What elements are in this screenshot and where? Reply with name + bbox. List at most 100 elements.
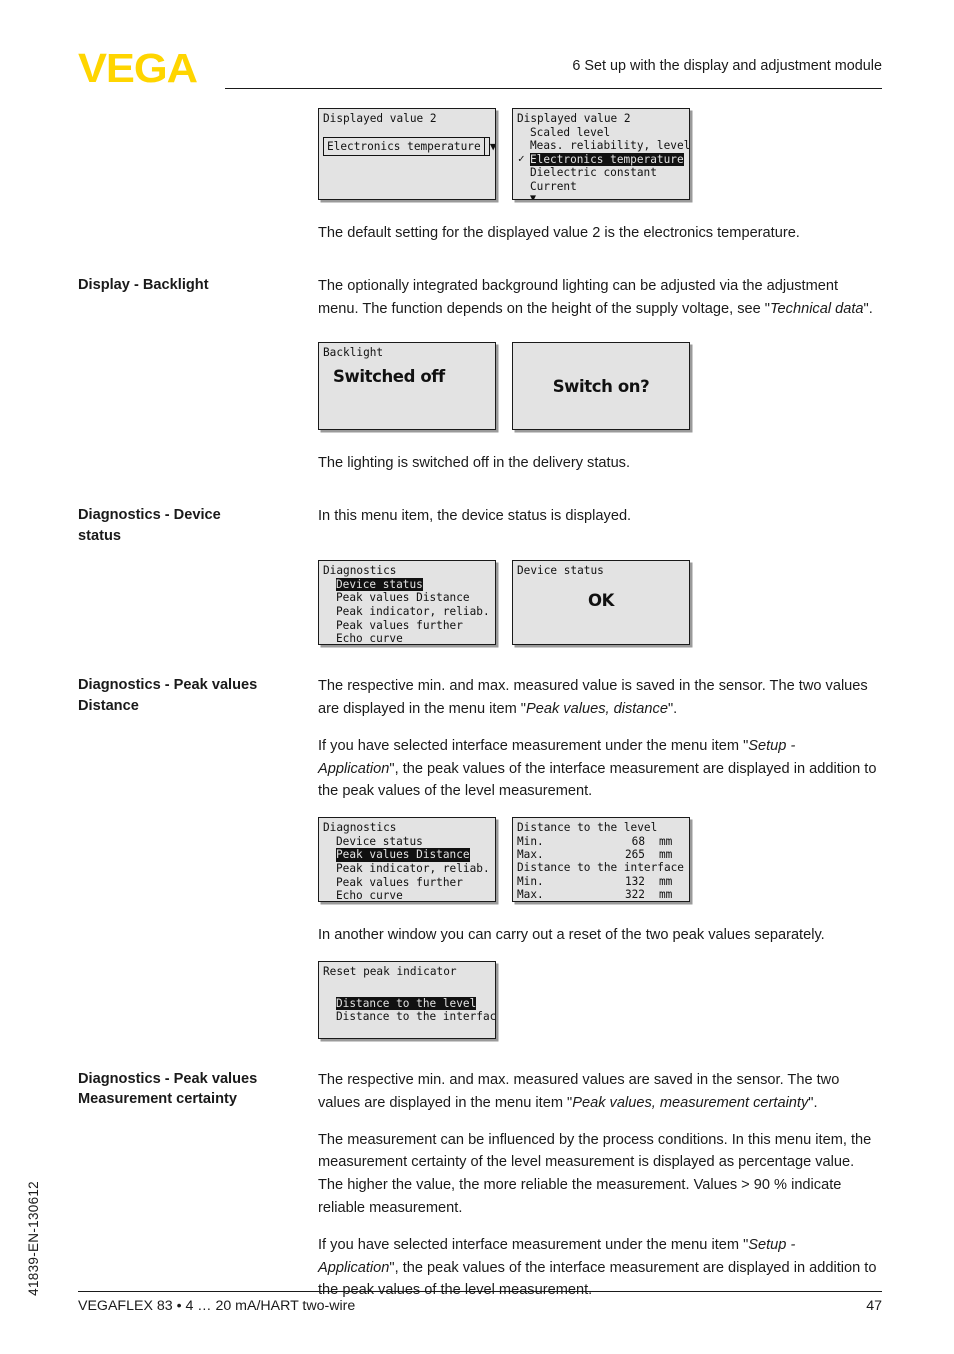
menu-item[interactable]: Peak indicator, reliab. (323, 605, 491, 619)
mc-para1: The respective min. and max. measured va… (318, 1069, 878, 1115)
row-value: 265 (624, 847, 645, 861)
menu-item[interactable]: Dielectric constant (517, 166, 685, 180)
menu-item-label: Dielectric constant (530, 166, 657, 180)
peak-values-lcd-row: Diagnostics Device status Peak values Di… (318, 817, 878, 903)
device-status-label: Diagnostics - Device status (78, 505, 318, 546)
mc-para2: The measurement can be influenced by the… (318, 1131, 872, 1216)
menu-item-selected[interactable]: Distance to the level (323, 996, 491, 1011)
lcd-peak-values-readout: Distance to the level Min. 68 mm Max. 26… (512, 817, 690, 903)
menu-item-selected[interactable]: Electronics temperature (517, 152, 685, 167)
menu-item[interactable]: Distance to the interface (323, 1010, 495, 1024)
pvd-p2-a: If you have selected interface measureme… (318, 737, 749, 754)
menu-item-label: Electronics temperature (530, 152, 684, 167)
backlight-body-italic: Technical data (769, 300, 864, 317)
device-status-body: In this menu item, the device status is … (318, 508, 632, 525)
backlight-body-b: ". (863, 300, 873, 317)
menu-item-selected[interactable]: Peak values Distance (323, 848, 491, 862)
menu-item-label: Device status (336, 834, 423, 848)
lcd-title: Displayed value 2 (517, 112, 631, 125)
row-label: Max. (517, 887, 544, 901)
menu-item[interactable]: Peak values further (323, 619, 491, 633)
displayed-value-body: The default setting for the displayed va… (318, 225, 800, 241)
menu-item-label: Distance to the level (336, 996, 477, 1011)
row-label: Max. (517, 847, 544, 861)
menu-item[interactable]: Scaled level (517, 126, 685, 140)
menu-item[interactable]: Peak indicator, reliab. (323, 862, 491, 876)
menu-item-label: Meas. reliability, level (530, 139, 690, 153)
lcd-displayed-value-open: Displayed value 2 Scaled level Meas. rel… (512, 108, 690, 200)
lcd-backlight-status: Backlight Switched off (318, 342, 496, 431)
peak-values-distance-para1: The respective min. and max. measured va… (318, 675, 878, 721)
peak-values-distance-label-line1: Diagnostics - Peak values (78, 677, 258, 694)
document-page: VEGA 6 Set up with the display and adjus… (0, 0, 954, 1354)
displayed-value-text-row: The default setting for the displayed va… (78, 222, 878, 245)
peak-values-distance-label: Diagnostics - Peak values Distance (78, 675, 318, 716)
chevron-down-icon[interactable]: ▼ (483, 137, 495, 155)
row-value: 68 (631, 834, 645, 848)
reset-options-list: Distance to the level Distance to the in… (323, 996, 495, 1024)
footer-divider (78, 1291, 882, 1292)
lcd-title: Diagnostics (323, 821, 397, 835)
page-header: VEGA 6 Set up with the display and adjus… (78, 46, 882, 96)
menu-item-label: Distance to the interface (336, 1010, 496, 1024)
lcd-title: Diagnostics (323, 564, 397, 578)
menu-item[interactable]: Peak values further (323, 876, 491, 890)
lcd-device-status-value: Device status OK (512, 560, 690, 646)
device-status-section-row: Diagnostics - Device status In this menu… (78, 505, 878, 546)
peak-values-figure-row: Diagnostics Device status Peak values Di… (78, 817, 878, 903)
measurement-certainty-label-line2: Measurement certainty (78, 1091, 237, 1108)
lcd-title: Device status (517, 564, 604, 578)
scroll-down-arrow-icon[interactable]: ▼ (530, 193, 685, 199)
menu-item[interactable]: Meas. reliability, level (517, 139, 689, 153)
peak-values-distance-para2: If you have selected interface measureme… (318, 735, 878, 803)
measurement-certainty-section-row: Diagnostics - Peak values Measurement ce… (78, 1069, 878, 1302)
menu-item[interactable]: Echo curve (323, 889, 491, 901)
peak-values-distance-label-line2: Distance (78, 697, 139, 714)
dropdown-selected-value: Electronics temperature (327, 139, 481, 153)
row-label: Min. (517, 834, 544, 848)
displayed-value-dropdown[interactable]: Electronics temperature ▼ (323, 136, 495, 156)
lcd-title: Displayed value 2 (323, 112, 437, 125)
document-number: 41839-EN-130612 (26, 1181, 41, 1296)
menu-item-label: Current (530, 179, 577, 193)
peak-value-row: Max. 322 mm (517, 888, 685, 901)
mc-p3-a: If you have selected interface measureme… (318, 1236, 749, 1253)
backlight-prompt-value: Switch on? (552, 376, 650, 396)
menu-item-label: Device status (336, 577, 423, 592)
menu-item-label: Peak values Distance (336, 591, 470, 605)
reset-text-row: In another window you can carry out a re… (78, 924, 878, 947)
backlight-label: Display - Backlight (78, 276, 209, 293)
menu-item-label: Peak values Distance (336, 848, 470, 862)
peak-value-row: Max. 265 mm (517, 848, 685, 861)
menu-item-selected[interactable]: Device status (323, 577, 491, 592)
pvd-p2-b: ", the peak values of the interface meas… (318, 760, 877, 800)
menu-item[interactable]: Device status (323, 835, 491, 849)
lcd-backlight-prompt: Switch on? (512, 342, 690, 431)
menu-item-label: Scaled level (530, 125, 611, 139)
reset-description: In another window you can carry out a re… (318, 927, 825, 944)
backlight-delivery-text: The lighting is switched off in the deli… (318, 455, 631, 472)
row-unit: mm (659, 834, 673, 848)
reset-figure-row: Reset peak indicator Distance to the lev… (78, 960, 878, 1039)
lcd-diagnostics-menu-devicestatus: Diagnostics Device status Peak values Di… (318, 560, 496, 646)
displayed-value-figure-row: Displayed value 2 Electronics temperatur… (78, 108, 878, 200)
backlight-delivery-row: The lighting is switched off in the deli… (78, 452, 878, 475)
backlight-state-value: Switched off (333, 366, 445, 386)
menu-item[interactable]: Echo curve (323, 632, 491, 644)
device-status-lcd-row: Diagnostics Device status Peak values Di… (318, 560, 878, 646)
backlight-lcd-row: Backlight Switched off Switch on? (318, 342, 878, 431)
pvd-p1-i: Peak values, distance (525, 700, 668, 717)
lcd-title: Backlight (323, 346, 384, 360)
displayed-value-lcd-row: Displayed value 2 Electronics temperatur… (318, 108, 878, 200)
peak-value-row: Min. 68 mm (517, 835, 685, 848)
backlight-section-row: Display - Backlight The optionally integ… (78, 275, 878, 321)
vega-logo: VEGA (78, 45, 198, 91)
menu-item[interactable]: Peak values Distance (323, 591, 491, 605)
menu-item[interactable]: Current (517, 180, 685, 194)
lcd-title: Reset peak indicator (323, 964, 457, 978)
distance-level-group-title: Distance to the level (517, 821, 658, 835)
backlight-body-a: The optionally integrated background lig… (318, 277, 839, 317)
backlight-body: The optionally integrated background lig… (318, 275, 878, 321)
row-label: Min. (517, 874, 544, 888)
row-value: 322 (624, 887, 645, 901)
